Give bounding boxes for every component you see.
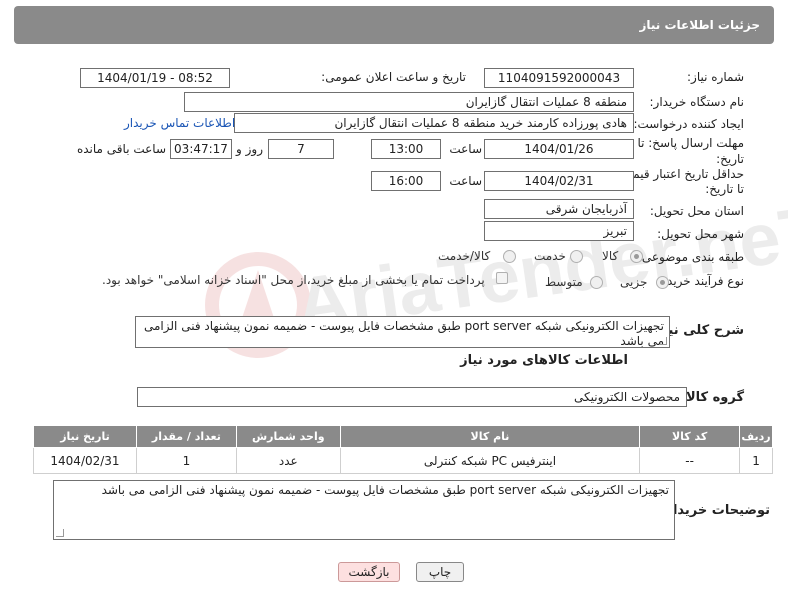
col-item-code: کد کالا [639, 425, 741, 448]
process-radio-medium[interactable] [590, 276, 603, 289]
cell-item-code: -- [639, 447, 741, 474]
goods-group-label: گروه کالا: [680, 390, 744, 405]
cell-item-name: اینترفیس PC شبکه کنترلی [339, 447, 641, 474]
deadline-date-field: 1404/01/26 [484, 139, 634, 159]
deadline-label: مهلت ارسال پاسخ: تا [637, 136, 744, 150]
creator-label: ایجاد کننده درخواست: [633, 117, 744, 131]
process-option-medium: متوسط [545, 275, 583, 289]
price-time-label: ساعت [449, 174, 482, 188]
announce-field: 1404/01/19 - 08:52 [80, 68, 230, 88]
city-label: شهر محل تحویل: [657, 227, 744, 241]
header-title: جزئیات اطلاعات نیاز [639, 18, 760, 32]
category-option-service: خدمت [534, 249, 566, 263]
announce-label: تاریخ و ساعت اعلان عمومی: [321, 70, 466, 84]
resize-handle-icon[interactable] [56, 529, 64, 537]
deadline-label-date: تاریخ: [716, 152, 744, 166]
price-time-field: 16:00 [371, 171, 441, 191]
need-number-label: شماره نیاز: [687, 70, 744, 84]
price-validity-label-date: تا تاریخ: [705, 182, 744, 196]
category-radio-both[interactable] [503, 250, 516, 263]
buyer-contact-link[interactable]: اطلاعات تماس خریدار [124, 116, 235, 130]
days-field: 7 [268, 139, 334, 159]
creator-field: هادی پورزاده کارمند خرید منطقه 8 عملیات … [234, 113, 634, 133]
back-button[interactable]: بازگشت [338, 562, 400, 582]
province-field: آذربایجان شرقی [484, 199, 634, 219]
remaining-time-field: 03:47:17 [170, 139, 232, 159]
col-unit: واحد شمارش [235, 425, 341, 448]
category-radio-goods[interactable] [630, 250, 643, 263]
deadline-time-field: 13:00 [371, 139, 441, 159]
header-bar: جزئیات اطلاعات نیاز [14, 6, 774, 44]
category-option-both: کالا/خدمت [438, 249, 491, 263]
col-item-name: نام کالا [339, 425, 641, 448]
print-button[interactable]: چاپ [416, 562, 464, 582]
need-number-field: 1104091592000043 [484, 68, 634, 88]
cell-row-number: 1 [739, 447, 773, 474]
cell-quantity: 1 [135, 447, 237, 474]
treasury-payment-note: پرداخت تمام یا بخشی از مبلغ خرید،از محل … [102, 273, 485, 287]
city-field: تبریز [484, 221, 634, 241]
resize-handle-icon[interactable] [659, 337, 667, 345]
buyer-notes-label: توضیحات خریدار: [660, 503, 770, 518]
category-option-goods: کالا [602, 249, 619, 263]
goods-table: ردیف کد کالا نام کالا واحد شمارش تعداد /… [33, 425, 773, 474]
description-textarea: تجهیزات الکترونیکی شبکه port server طبق … [135, 316, 670, 348]
treasury-payment-checkbox[interactable] [496, 272, 508, 284]
table-row: 1 -- اینترفیس PC شبکه کنترلی عدد 1 1404/… [33, 447, 773, 474]
remaining-label: ساعت باقی مانده [76, 142, 166, 156]
table-header-row: ردیف کد کالا نام کالا واحد شمارش تعداد /… [33, 425, 773, 448]
col-row-number: ردیف [739, 425, 773, 448]
process-label: نوع فرآیند خرید : [659, 274, 744, 288]
process-radio-minor[interactable] [656, 276, 669, 289]
category-radio-service[interactable] [570, 250, 583, 263]
col-quantity: تعداد / مقدار [135, 425, 237, 448]
process-option-minor: جزیی [620, 275, 648, 289]
days-label: روز و [236, 142, 263, 156]
price-validity-label: حداقل تاریخ اعتبار قیمت: [617, 167, 744, 181]
col-need-date: تاریخ نیاز [33, 425, 137, 448]
cell-unit: عدد [235, 447, 341, 474]
goods-section-title: اطلاعات کالاهای مورد نیاز [460, 353, 628, 368]
buyer-org-field: منطقه 8 عملیات انتقال گازایران [184, 92, 634, 112]
province-label: استان محل تحویل: [649, 204, 744, 218]
price-date-field: 1404/02/31 [484, 171, 634, 191]
category-label: طبقه بندی موضوعی: [637, 250, 744, 264]
buyer-notes-text: تجهیزات الکترونیکی شبکه port server طبق … [101, 483, 669, 497]
buyer-notes-textarea: تجهیزات الکترونیکی شبکه port server طبق … [53, 480, 675, 540]
description-text: تجهیزات الکترونیکی شبکه port server طبق … [144, 319, 664, 348]
cell-need-date: 1404/02/31 [33, 447, 137, 474]
buyer-org-label: نام دستگاه خریدار: [649, 95, 745, 109]
goods-group-field: محصولات الکترونیکی [137, 387, 687, 407]
deadline-time-label: ساعت [449, 142, 482, 156]
